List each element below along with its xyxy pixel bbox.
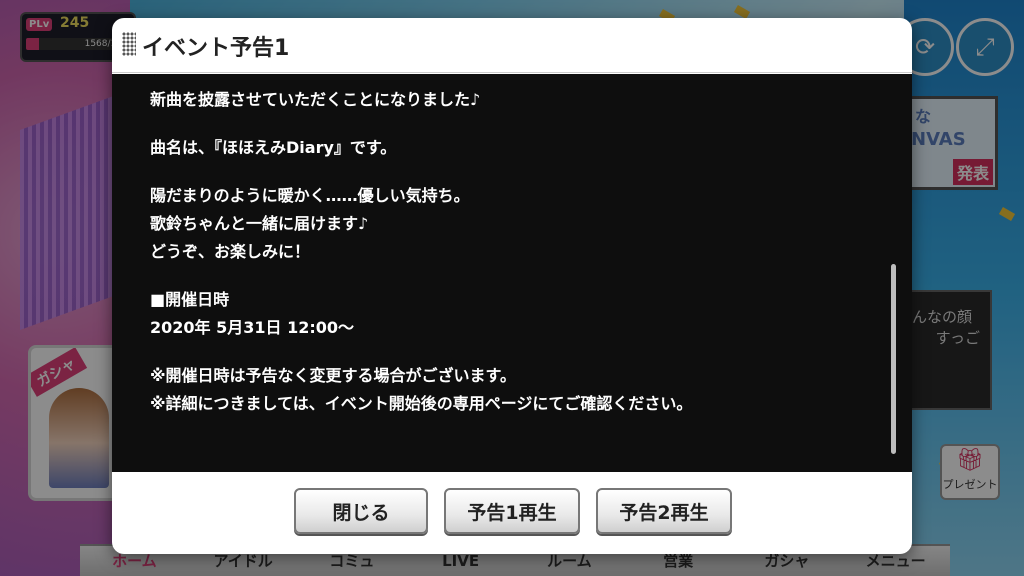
close-button[interactable]: 閉じる [294,488,428,534]
text-line: 新曲を披露させていただくことになりました♪ [150,90,481,109]
text-line: 曲名は、『ほほえみDiary』です。 [150,138,397,157]
text-line: ※詳細につきましては、イベント開始後の専用ページにてご確認ください。 [150,394,693,413]
paragraph: ■開催日時 2020年 5月31日 12:00〜 [150,286,880,342]
paragraph: 陽だまりのように暖かく……優しい気持ち。 歌鈴ちゃんと一緒に届けます♪ どうぞ、… [150,182,880,266]
paragraph: 曲名は、『ほほえみDiary』です。 [150,134,880,162]
paragraph: ※開催日時は予告なく変更する場合がございます。 ※詳細につきましては、イベント開… [150,362,880,418]
play-preview2-button[interactable]: 予告2再生 [596,488,732,534]
text-line: 2020年 5月31日 12:00〜 [150,318,355,337]
notice-text: 新曲を披露させていただくことになりました♪ 曲名は、『ほほえみDiary』です。… [150,86,880,438]
dialog-body[interactable]: 新曲を披露させていただくことになりました♪ 曲名は、『ほほえみDiary』です。… [112,74,912,472]
text-line: ※開催日時は予告なく変更する場合がございます。 [150,366,516,385]
play-preview1-button[interactable]: 予告1再生 [444,488,580,534]
dialog-title: イベント予告1 [142,36,290,61]
grip-icon [122,32,136,56]
dialog-footer: 閉じる 予告1再生 予告2再生 [112,472,912,554]
dialog-header: イベント予告1 [112,18,912,73]
scrollbar[interactable] [891,264,896,454]
text-line: どうぞ、お楽しみに！ [150,242,311,261]
text-line: 歌鈴ちゃんと一緒に届けます♪ [150,214,369,233]
event-notice-dialog: イベント予告1 新曲を披露させていただくことになりました♪ 曲名は、『ほほえみD… [112,18,912,554]
text-line: ■開催日時 [150,290,230,309]
text-line: 陽だまりのように暖かく……優しい気持ち。 [150,186,470,205]
paragraph: 新曲を披露させていただくことになりました♪ [150,86,880,114]
